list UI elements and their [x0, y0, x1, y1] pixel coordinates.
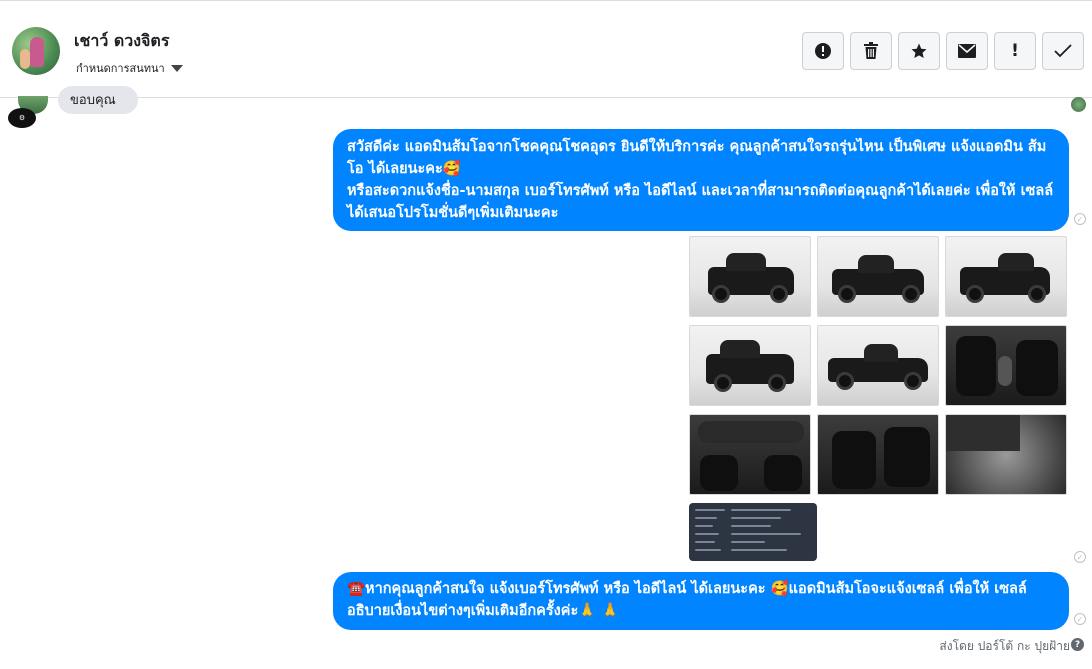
help-icon[interactable]: ? — [1071, 638, 1084, 651]
mark-done-button[interactable] — [1042, 32, 1084, 70]
checkmark-icon — [1054, 44, 1072, 58]
conversation-header: เชาว์ ดวงจิตร กำหนดการสนทนา ! — [0, 0, 1092, 98]
follow-up-button[interactable]: ! — [994, 32, 1036, 70]
star-button[interactable] — [898, 32, 940, 70]
vehicle-photo[interactable] — [817, 236, 939, 317]
vehicle-photo[interactable] — [817, 325, 939, 406]
incoming-message-bubble[interactable]: ขอบคุณ — [58, 86, 138, 114]
outgoing-message-bubble[interactable]: สวัสดีค่ะ แอดมินส้มโอจากโชคคุณโชคอุดร ยิ… — [333, 129, 1069, 231]
mark-spam-button[interactable] — [802, 32, 844, 70]
vehicle-photo[interactable] — [945, 414, 1067, 495]
conversation-status-dropdown[interactable]: กำหนดการสนทนา — [76, 59, 183, 77]
vehicle-photo[interactable] — [945, 236, 1067, 317]
seen-by-avatar — [1071, 97, 1086, 112]
exclamation-icon: ! — [1011, 41, 1019, 61]
sent-check-icon: ✓ — [1074, 613, 1086, 625]
document-photo[interactable] — [689, 503, 817, 561]
sent-check-icon: ✓ — [1074, 213, 1086, 225]
mark-unread-button[interactable] — [946, 32, 988, 70]
sent-by-label: ส่งโดย ปอร์โต้ กะ ปุยฝ้าย — [939, 639, 1070, 653]
outgoing-message-bubble[interactable]: ☎️หากคุณลูกค้าสนใจ แจ้งเบอร์โทรศัพท์ หรื… — [333, 572, 1069, 630]
conversation-view: เชาว์ ดวงจิตร กำหนดการสนทนา ! ขอบคุณ ⚙ ส… — [0, 0, 1092, 669]
conversation-status-label: กำหนดการสนทนา — [76, 62, 165, 75]
contact-name[interactable]: เชาว์ ดวงจิตร — [74, 29, 169, 54]
delete-button[interactable] — [850, 32, 892, 70]
trash-icon — [864, 42, 878, 59]
contact-avatar[interactable] — [12, 27, 60, 75]
alert-circle-icon — [815, 43, 831, 59]
vehicle-photo[interactable] — [817, 414, 939, 495]
envelope-icon — [958, 44, 976, 58]
vehicle-photo[interactable] — [689, 236, 811, 317]
star-icon — [911, 43, 927, 59]
caret-down-icon — [170, 64, 183, 72]
vehicle-photo[interactable] — [945, 325, 1067, 406]
page-logo-avatar: ⚙ — [8, 108, 36, 128]
sent-check-icon: ✓ — [1074, 551, 1086, 563]
vehicle-photo[interactable] — [689, 325, 811, 406]
vehicle-photo[interactable] — [689, 414, 811, 495]
header-actions: ! — [802, 32, 1084, 70]
